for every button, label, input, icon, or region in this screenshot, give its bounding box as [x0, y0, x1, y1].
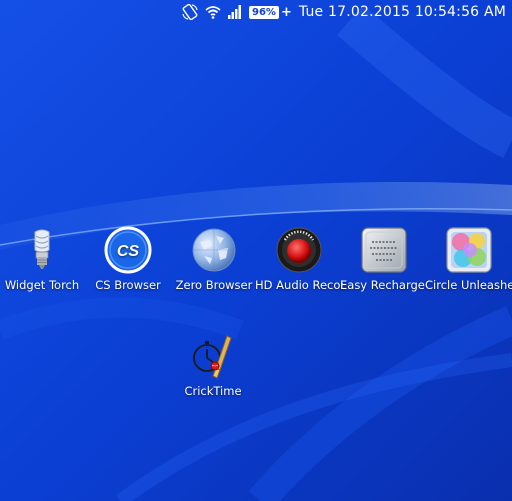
- app-circle-unleashed[interactable]: Circle Unleashed: [425, 226, 512, 292]
- app-easy-recharge-bd[interactable]: Easy Recharge BD: [340, 226, 428, 292]
- app-cs-browser[interactable]: CS CS Browser: [84, 226, 172, 292]
- cricket-icon: [193, 335, 232, 379]
- app-zero-browser[interactable]: Zero Browser: [170, 226, 258, 292]
- cs-badge: CS: [117, 243, 140, 260]
- status-datetime: Tue 17.02.2015 10:54:56 AM: [298, 4, 506, 20]
- battery-icon: 96% +: [249, 5, 292, 20]
- charging-icon: +: [280, 4, 292, 20]
- app-label: HD Audio Record: [255, 278, 343, 292]
- app-widget-torch[interactable]: Widget Torch: [0, 226, 86, 292]
- app-label: Widget Torch: [4, 278, 80, 292]
- app-label: Circle Unleashed: [425, 278, 512, 292]
- rotate-icon: [182, 4, 198, 20]
- app-hd-audio-record[interactable]: HD Audio Record: [255, 226, 343, 292]
- app-cricktime[interactable]: CrickTime: [169, 332, 257, 398]
- app-label: CrickTime: [184, 384, 242, 398]
- cs-browser-icon: CS: [104, 226, 152, 274]
- status-bar: 96% + Tue 17.02.2015 10:54:56 AM: [0, 0, 512, 24]
- circle-unleashed-icon: [446, 227, 492, 273]
- app-label: Easy Recharge BD: [340, 278, 428, 292]
- wifi-icon: [205, 5, 221, 19]
- app-label: Zero Browser: [175, 278, 253, 292]
- recharge-icon: [361, 227, 407, 273]
- signal-icon: [228, 5, 242, 19]
- record-icon: [276, 227, 322, 273]
- app-label: CS Browser: [95, 278, 161, 292]
- bulb-icon: [34, 229, 50, 269]
- globe-icon: [192, 228, 236, 272]
- battery-percent: 96%: [249, 5, 279, 19]
